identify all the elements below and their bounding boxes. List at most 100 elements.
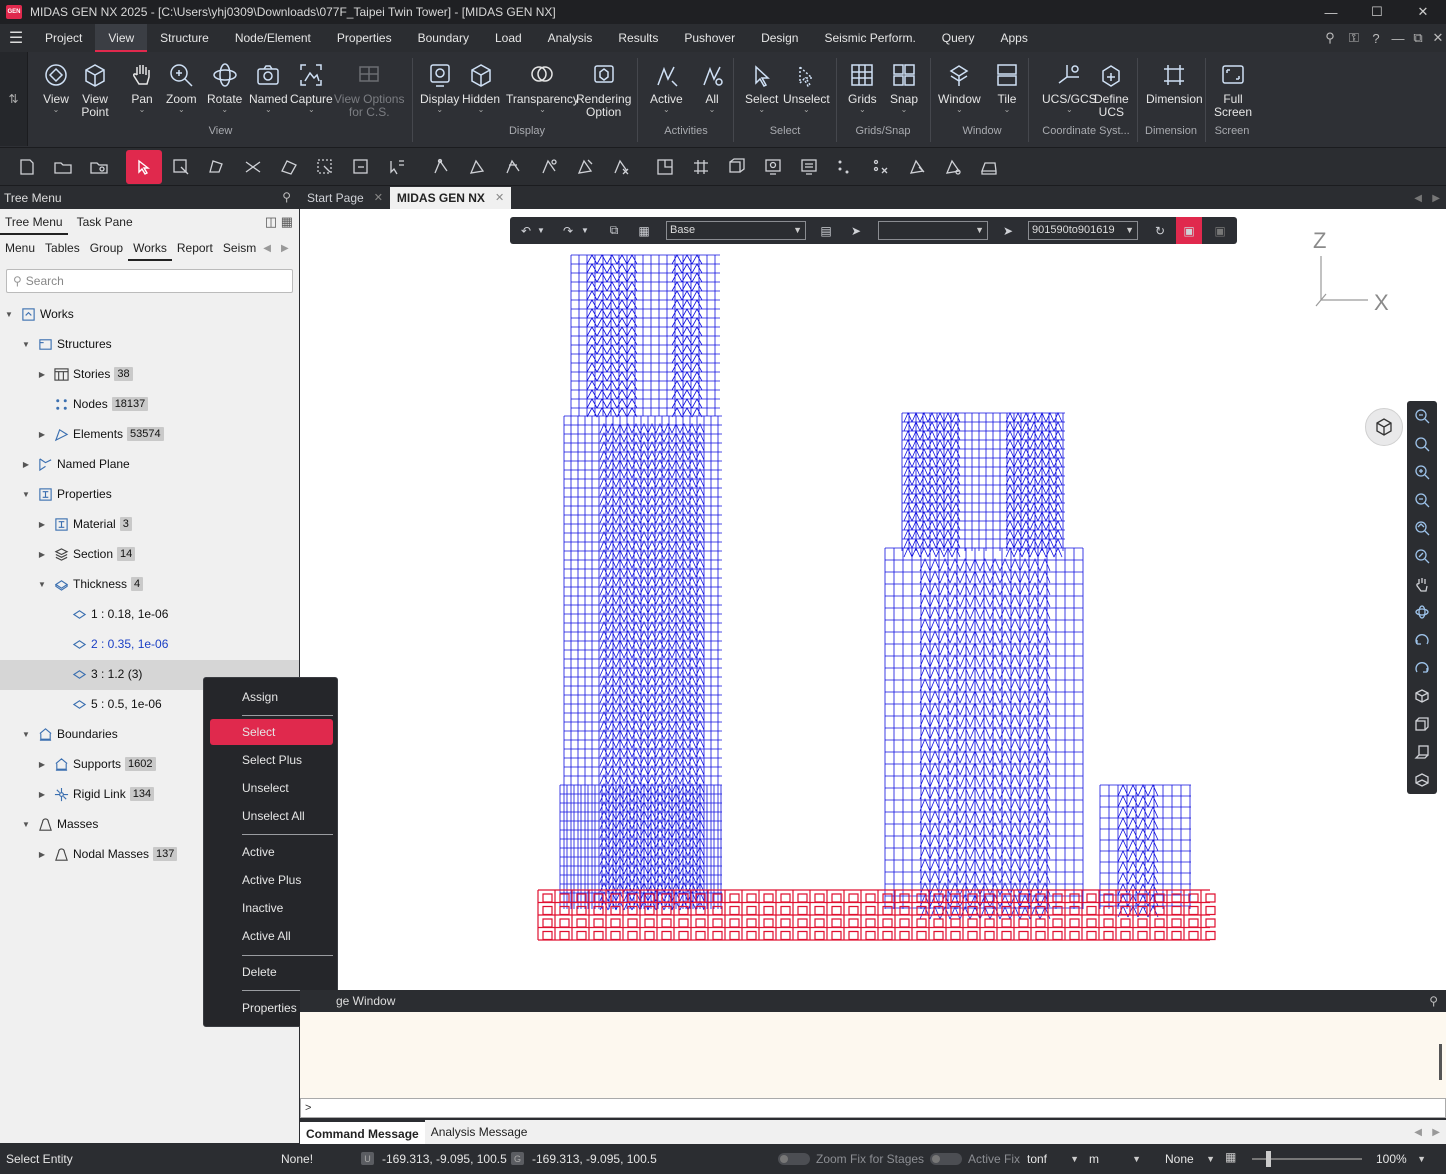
rotate-button[interactable]: Rotate ⌄: [207, 60, 242, 114]
tree-item-thickness-1[interactable]: 1 : 0.18, 1e-06: [71, 604, 168, 624]
grids-button[interactable]: Grids ⌄: [848, 60, 877, 114]
tree-item-masses[interactable]: ▼ Masses: [21, 814, 98, 834]
pan-button[interactable]: Pan ⌄: [128, 60, 156, 114]
tree-item-rigid-link[interactable]: ▶ Rigid Link 134: [37, 784, 155, 804]
tab-works[interactable]: Works: [128, 235, 172, 261]
lock-icon[interactable]: ▣: [1176, 217, 1202, 244]
tab-report[interactable]: Report: [172, 235, 218, 261]
restore-doc-icon[interactable]: ⧉: [1408, 28, 1428, 48]
unselect-button[interactable]: Unselect ⌄: [783, 60, 830, 114]
layout-toggle-icon[interactable]: ◫ ▦: [265, 214, 293, 230]
select-all-icon[interactable]: [498, 152, 528, 182]
story-select[interactable]: Base ▼: [666, 221, 806, 240]
active-select-icon[interactable]: [650, 152, 680, 182]
menu-item-unselect-all[interactable]: Unselect All: [210, 803, 333, 829]
tab-tables[interactable]: Tables: [40, 235, 85, 261]
active-monitor-icon[interactable]: [794, 152, 824, 182]
pan-hand-icon[interactable]: [1412, 574, 1432, 594]
select-button[interactable]: Select ⌄: [745, 60, 778, 114]
story-icon[interactable]: ▦: [634, 221, 654, 240]
tree-item-thickness-3[interactable]: 3 : 1.2 (3): [71, 664, 142, 684]
zoom-button[interactable]: Zoom ⌄: [166, 60, 197, 114]
tab-scroll-left-icon[interactable]: ◀: [263, 243, 271, 254]
zoom-in-icon[interactable]: [1412, 462, 1432, 482]
select-elements-icon[interactable]: [462, 152, 492, 182]
named-view-button[interactable]: Named ⌄: [249, 60, 288, 114]
menu-item-select[interactable]: Select: [210, 719, 333, 745]
zoom-out-icon[interactable]: [1412, 490, 1432, 510]
key-icon[interactable]: ⚿: [1344, 28, 1364, 48]
top-view-icon[interactable]: [1412, 770, 1432, 790]
select-previous-icon[interactable]: [346, 152, 376, 182]
rotate-left-icon[interactable]: [1412, 630, 1432, 650]
collapse-arrow-icon[interactable]: ▼: [21, 340, 31, 349]
tree-item-supports[interactable]: ▶ Supports 1602: [37, 754, 156, 774]
model-viewport[interactable]: [300, 209, 1446, 990]
maximize-button[interactable]: ☐: [1354, 0, 1400, 24]
menu-design[interactable]: Design: [748, 24, 811, 52]
tree-item-properties[interactable]: ▼ Properties: [21, 484, 112, 504]
tab-analysis-message[interactable]: Analysis Message: [425, 1120, 534, 1144]
menu-item-assign[interactable]: Assign: [210, 684, 333, 710]
close-tab-icon[interactable]: ✕: [374, 187, 383, 209]
expand-arrow-icon[interactable]: ▶: [37, 370, 47, 379]
zoom-dynamic-icon[interactable]: [1412, 518, 1432, 538]
select-range-icon[interactable]: ➤: [998, 221, 1018, 240]
tab-tree-menu[interactable]: Tree Menu: [0, 209, 68, 235]
inactive-select-icon[interactable]: [902, 152, 932, 182]
tree-item-elements[interactable]: ▶ Elements 53574: [37, 424, 164, 444]
expand-arrow-icon[interactable]: ▶: [37, 520, 47, 529]
command-input[interactable]: >: [300, 1098, 1446, 1118]
tree-item-boundaries[interactable]: ▼ Boundaries: [21, 724, 118, 744]
copy-view-icon[interactable]: ⧉: [604, 221, 624, 240]
redo-icon[interactable]: ↷: [558, 221, 578, 240]
select-identity-icon[interactable]: [382, 152, 412, 182]
tab-menu[interactable]: Menu: [0, 235, 40, 261]
menu-query[interactable]: Query: [929, 24, 988, 52]
select-filter-icon[interactable]: ➤: [846, 221, 866, 240]
transparency-button[interactable]: Transparency ⌄: [506, 60, 579, 114]
tree-item-thickness-2[interactable]: 2 : 0.35, 1e-06: [71, 634, 168, 654]
rotate-view-icon[interactable]: [1412, 602, 1432, 622]
tree-item-stories[interactable]: ▶ Stories 38: [37, 364, 133, 384]
close-button[interactable]: ✕: [1400, 0, 1446, 24]
rendering-option-button[interactable]: Rendering Option: [576, 60, 631, 119]
search-icon[interactable]: ⚲: [1320, 28, 1340, 48]
tree-item-named-plane[interactable]: ▶ Named Plane: [21, 454, 130, 474]
side-view-icon[interactable]: [1412, 742, 1432, 762]
menu-analysis[interactable]: Analysis: [535, 24, 606, 52]
select-mode-icon[interactable]: [126, 150, 162, 184]
force-unit-select[interactable]: tonf ▼: [1027, 1149, 1081, 1169]
tabs-scroll-left-icon[interactable]: ◀: [1414, 193, 1422, 204]
menu-results[interactable]: Results: [605, 24, 671, 52]
view-options-cs-button[interactable]: View Options for C.S.: [334, 60, 404, 119]
range-select[interactable]: 901590to901619 ▼: [1028, 221, 1138, 240]
expand-arrow-icon[interactable]: ▶: [37, 430, 47, 439]
collapse-arrow-icon[interactable]: ▼: [4, 310, 14, 319]
menu-item-inactive[interactable]: Inactive: [210, 895, 333, 921]
menu-item-delete[interactable]: Delete: [210, 959, 333, 985]
ribbon-pin-icon[interactable]: ⇅: [0, 52, 28, 146]
tree-item-thickness[interactable]: ▼ Thickness 4: [37, 574, 144, 594]
rotate-right-icon[interactable]: [1412, 658, 1432, 678]
zoom-window-icon[interactable]: [1412, 434, 1432, 454]
tabs-scroll-right-icon[interactable]: ▶: [1432, 193, 1440, 204]
tab-group[interactable]: Group: [85, 235, 128, 261]
snap-button[interactable]: Snap ⌄: [890, 60, 918, 114]
tab-seism[interactable]: Seism: [218, 235, 261, 261]
active-nodes-icon[interactable]: [866, 152, 896, 182]
menu-node-element[interactable]: Node/Element: [222, 24, 324, 52]
minimize-doc-icon[interactable]: —: [1388, 28, 1408, 48]
zoom-level-select[interactable]: 100% ▼: [1376, 1149, 1428, 1169]
menu-item-active-plus[interactable]: Active Plus: [210, 867, 333, 893]
unlock-icon[interactable]: ▣: [1210, 221, 1230, 240]
unselect-nodes-icon[interactable]: [534, 152, 564, 182]
folder-settings-icon[interactable]: [84, 152, 114, 182]
view-cube-icon[interactable]: [1365, 408, 1403, 446]
front-view-icon[interactable]: [1412, 714, 1432, 734]
window-button[interactable]: Window ⌄: [938, 60, 981, 114]
expand-arrow-icon[interactable]: ▶: [21, 460, 31, 469]
zoom-fix-toggle[interactable]: [778, 1153, 810, 1165]
define-ucs-button[interactable]: Define UCS: [1094, 60, 1129, 119]
tile-button[interactable]: Tile ⌄: [993, 60, 1021, 114]
